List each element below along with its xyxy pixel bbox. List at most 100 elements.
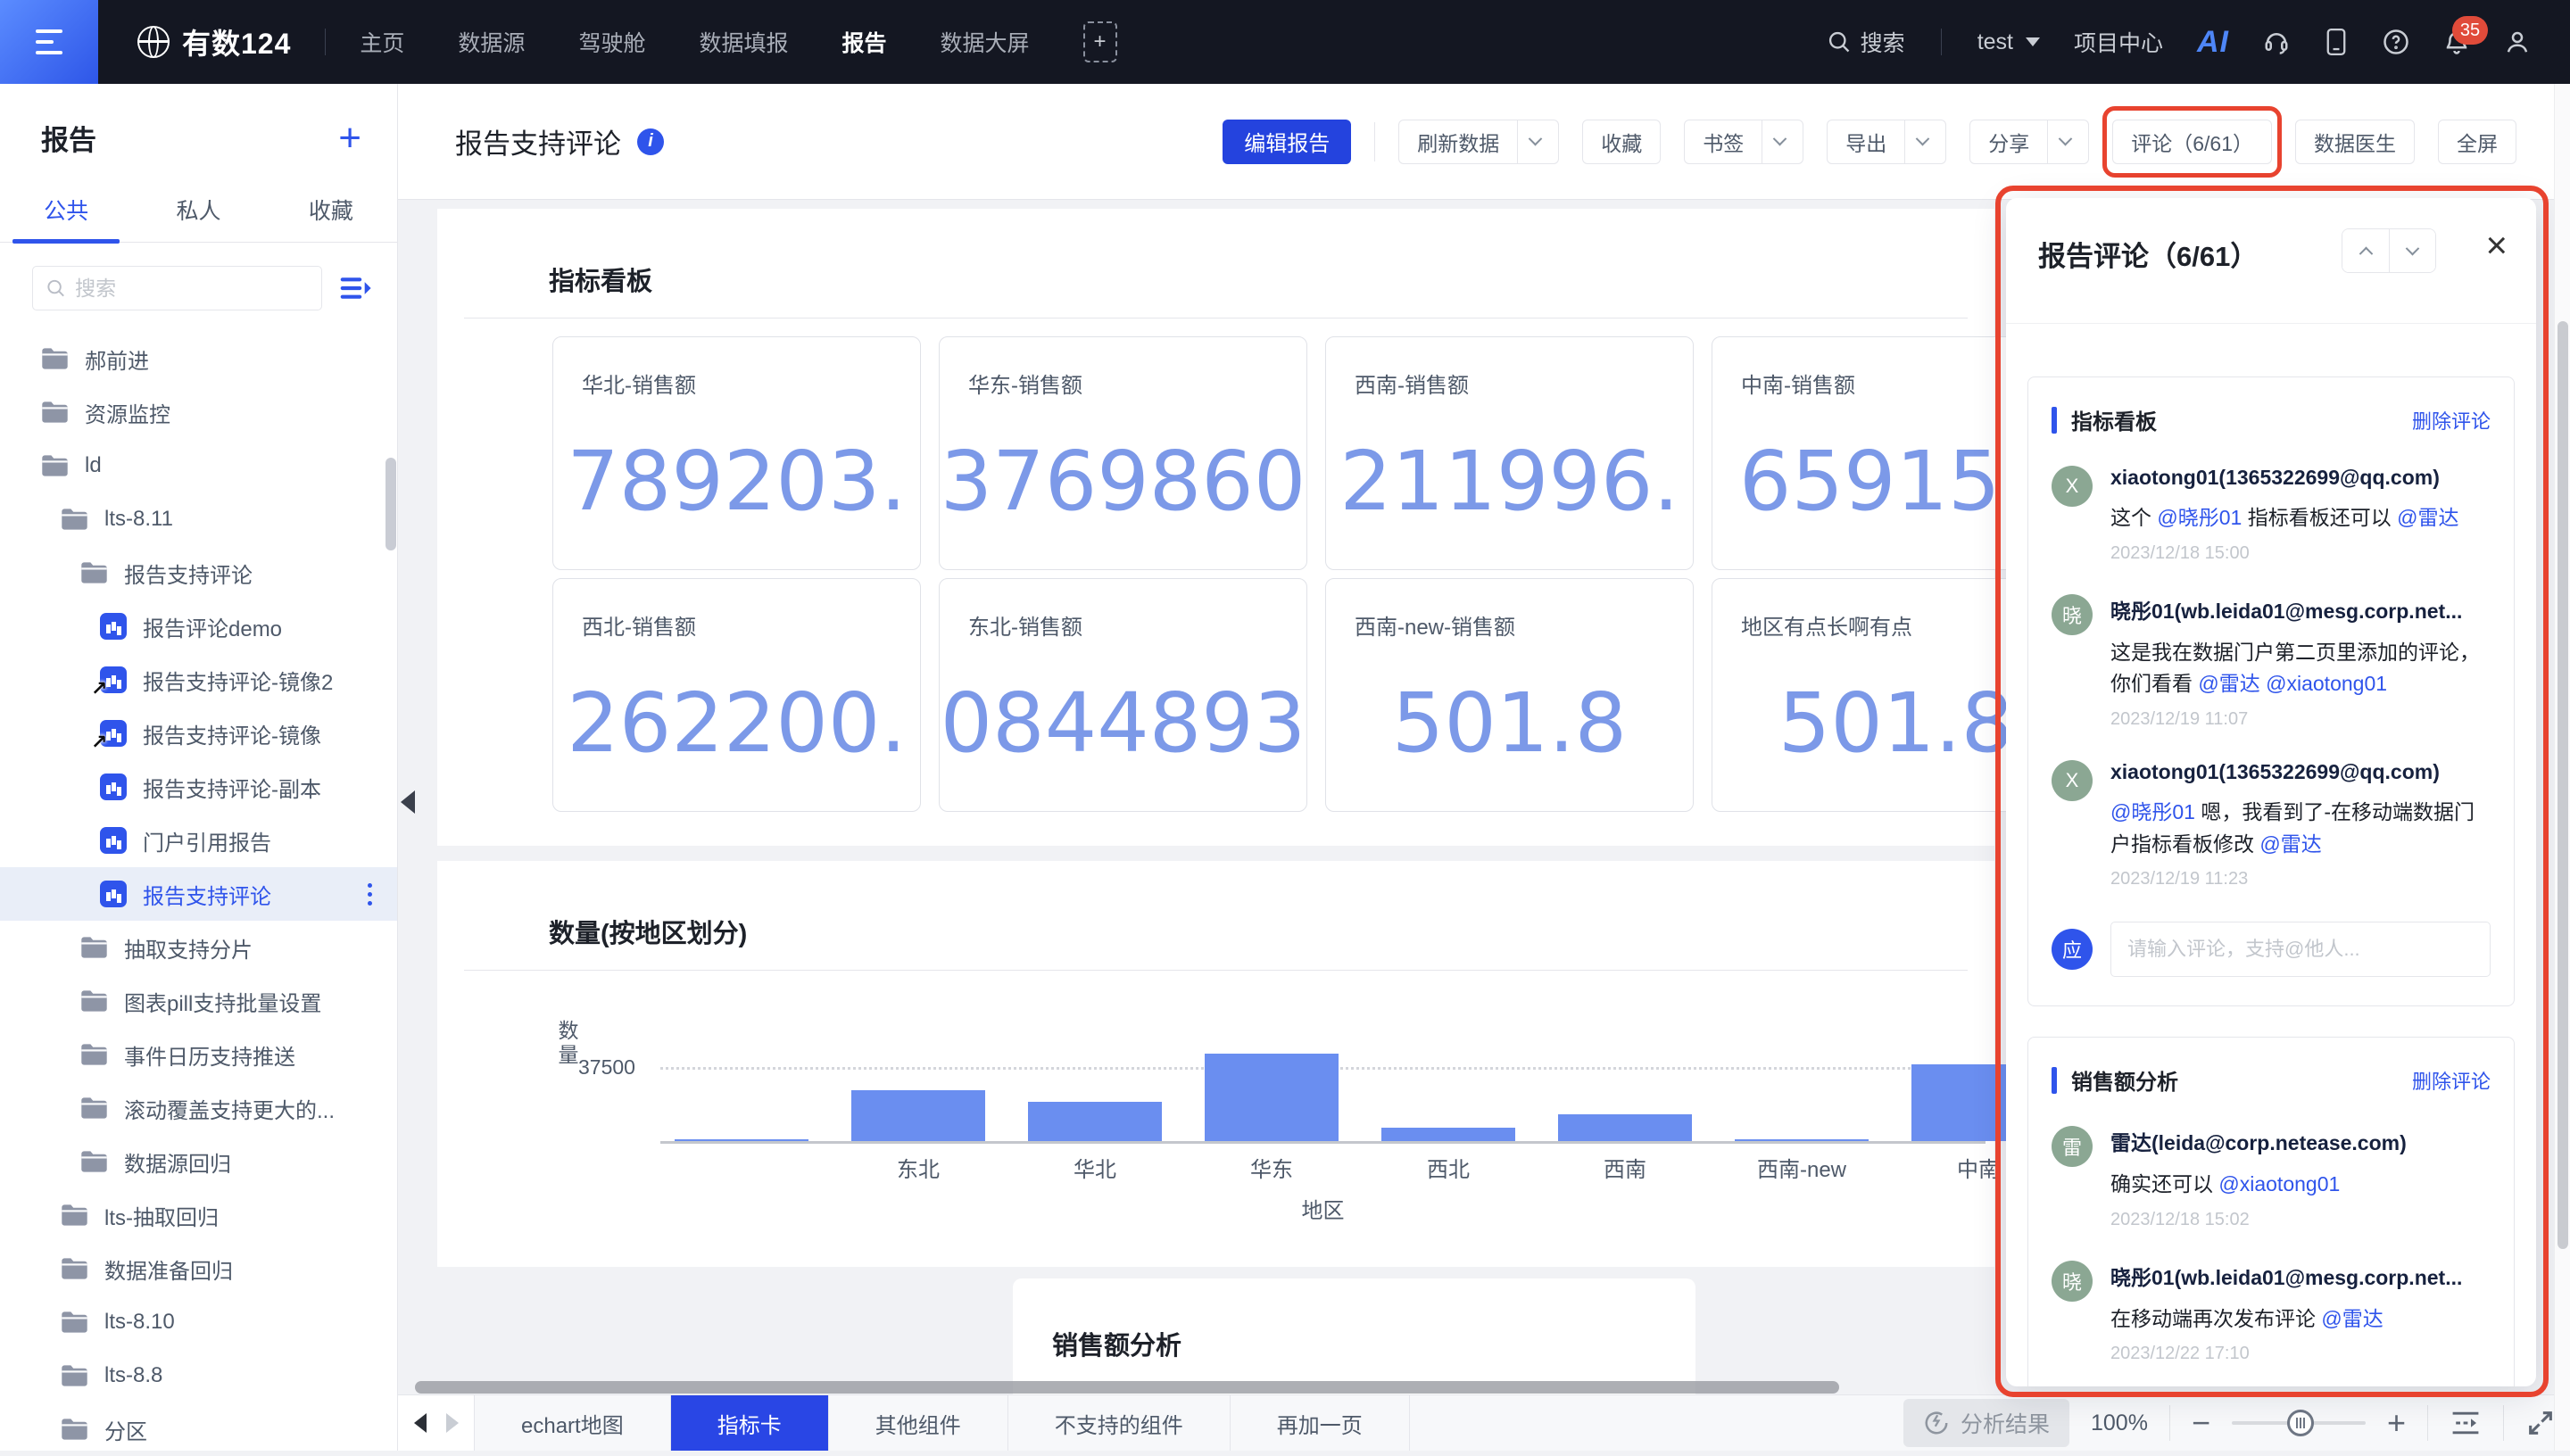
mention-link[interactable]: @晓彤01 — [2157, 506, 2242, 529]
tree-item-报告支持评论[interactable]: 报告支持评论 — [0, 867, 397, 921]
project-center-link[interactable]: 项目中心 — [2074, 26, 2163, 58]
page-tab-再加一页[interactable]: 再加一页 — [1231, 1395, 1410, 1451]
more-options-icon[interactable] — [368, 883, 372, 906]
search-input[interactable] — [75, 277, 309, 301]
mention-link[interactable]: @雷达 — [2321, 1307, 2383, 1330]
tree-item-报告支持评论-镜像2[interactable]: ↗报告支持评论-镜像2 — [0, 653, 397, 707]
bar-华北[interactable] — [1028, 1102, 1162, 1141]
toolbar-button-刷新数据[interactable]: 刷新数据 — [1398, 120, 1559, 164]
add-page-icon[interactable]: + — [1083, 21, 1117, 62]
nav-item-数据源[interactable]: 数据源 — [458, 26, 525, 58]
sidebar-tab-私人[interactable]: 私人 — [132, 181, 264, 242]
delete-comments-link[interactable]: 删除评论 — [2412, 1066, 2491, 1095]
close-icon[interactable]: × — [2485, 227, 2508, 264]
tree-item-数据源回归[interactable]: 数据源回归 — [0, 1135, 397, 1188]
mention-link[interactable]: @晓彤01 — [2110, 800, 2195, 823]
support-headset-icon[interactable] — [2263, 29, 2290, 55]
edit-report-button[interactable]: 编辑报告 — [1223, 120, 1351, 164]
window-scrollbar-thumb[interactable] — [2558, 321, 2568, 1249]
mention-link[interactable]: @xiaotong01 — [2218, 1172, 2340, 1195]
page-tab-指标卡[interactable]: 指标卡 — [671, 1395, 829, 1451]
tree-item-郝前进[interactable]: 郝前进 — [0, 332, 397, 385]
prev-comment-button[interactable] — [2342, 229, 2389, 272]
zoom-in-button[interactable]: + — [2387, 1407, 2406, 1439]
mention-link[interactable]: @雷达 — [2198, 672, 2259, 695]
nav-item-数据填报[interactable]: 数据填报 — [699, 26, 788, 58]
tree-item-分区[interactable]: 分区 — [0, 1402, 397, 1456]
toolbar-button-书签[interactable]: 书签 — [1684, 120, 1803, 164]
nav-item-驾驶舱[interactable]: 驾驶舱 — [578, 26, 645, 58]
kpi-card-西南-new-销售额[interactable]: 西南-new-销售额501.8 — [1325, 578, 1694, 812]
next-comment-button[interactable] — [2389, 229, 2435, 272]
kpi-card-西南-销售额[interactable]: 西南-销售额211996. — [1325, 336, 1694, 570]
page-tab-不支持的组件[interactable]: 不支持的组件 — [1008, 1395, 1231, 1451]
toolbar-button-评论（6/61）[interactable]: 评论（6/61） — [2112, 120, 2272, 164]
global-search-button[interactable]: 搜索 — [1827, 26, 1905, 58]
kpi-card-华东-销售额[interactable]: 华东-销售额3769860 — [939, 336, 1307, 570]
zoom-out-button[interactable]: − — [2192, 1407, 2210, 1439]
sidebar-tab-公共[interactable]: 公共 — [0, 181, 132, 242]
tree-item-资源监控[interactable]: 资源监控 — [0, 385, 397, 439]
next-page-icon[interactable] — [446, 1413, 459, 1433]
kpi-card-西北-销售额[interactable]: 西北-销售额262200. — [552, 578, 921, 812]
tree-item-滚动覆盖支持更大的...[interactable]: 滚动覆盖支持更大的... — [0, 1081, 397, 1135]
fullscreen-icon[interactable] — [2525, 1408, 2556, 1438]
info-icon[interactable]: i — [637, 128, 664, 155]
tree-item-ld[interactable]: ld — [0, 439, 397, 492]
toolbar-button-导出[interactable]: 导出 — [1827, 120, 1946, 164]
bar-华东[interactable] — [1205, 1054, 1339, 1141]
mention-link[interactable]: @雷达 — [2397, 506, 2458, 529]
collapse-tree-icon[interactable] — [340, 274, 372, 302]
tree-item-图表pill支持批量设置[interactable]: 图表pill支持批量设置 — [0, 974, 397, 1028]
user-switcher[interactable]: test — [1977, 29, 2040, 55]
mention-link[interactable]: @xiaotong01 — [2266, 672, 2387, 695]
bar-西南[interactable] — [1558, 1114, 1692, 1141]
user-avatar-icon[interactable] — [2504, 29, 2531, 55]
window-scrollbar[interactable] — [2554, 84, 2570, 1451]
bar-东北[interactable] — [851, 1090, 985, 1141]
kpi-card-华北-销售额[interactable]: 华北-销售额789203. — [552, 336, 921, 570]
tree-item-lts-抽取回归[interactable]: lts-抽取回归 — [0, 1188, 397, 1242]
tree-item-lts-8.10[interactable]: lts-8.10 — [0, 1295, 397, 1349]
fit-width-icon[interactable] — [2450, 1410, 2482, 1436]
mobile-app-icon[interactable] — [2324, 29, 2349, 55]
bar-西北[interactable] — [1381, 1128, 1515, 1141]
page-tab-echart地图[interactable]: echart地图 — [475, 1395, 671, 1451]
sidebar-search[interactable] — [32, 266, 322, 310]
prev-page-icon[interactable] — [414, 1413, 427, 1433]
notifications-bell-icon[interactable]: 35 — [2443, 29, 2470, 55]
nav-item-报告[interactable]: 报告 — [841, 26, 886, 58]
toolbar-button-分享[interactable]: 分享 — [1969, 120, 2089, 164]
sidebar-tab-收藏[interactable]: 收藏 — [265, 181, 397, 242]
kpi-card-东北-销售额[interactable]: 东北-销售额0844893 — [939, 578, 1307, 812]
horizontal-scrollbar[interactable] — [415, 1381, 1839, 1394]
toolbar-button-数据医生[interactable]: 数据医生 — [2295, 120, 2415, 164]
tree-item-报告评论demo[interactable]: 报告评论demo — [0, 600, 397, 653]
help-icon[interactable] — [2383, 29, 2409, 55]
toolbar-button-收藏[interactable]: 收藏 — [1582, 120, 1661, 164]
nav-item-主页[interactable]: 主页 — [360, 26, 404, 58]
tree-item-事件日历支持推送[interactable]: 事件日历支持推送 — [0, 1028, 397, 1081]
tree-item-抽取支持分片[interactable]: 抽取支持分片 — [0, 921, 397, 974]
zoom-slider[interactable] — [2232, 1421, 2366, 1425]
mention-link[interactable]: @雷达 — [2259, 832, 2321, 856]
analysis-result-button[interactable]: 分析结果 — [1903, 1399, 2069, 1447]
tree-item-报告支持评论-镜像[interactable]: ↗报告支持评论-镜像 — [0, 707, 397, 760]
sidebar-collapse-handle[interactable] — [401, 790, 415, 814]
page-tab-其他组件[interactable]: 其他组件 — [829, 1395, 1008, 1451]
toolbar-button-全屏[interactable]: 全屏 — [2438, 120, 2516, 164]
delete-comments-link[interactable]: 删除评论 — [2412, 406, 2491, 434]
tree-item-门户引用报告[interactable]: 门户引用报告 — [0, 814, 397, 867]
nav-item-数据大屏[interactable]: 数据大屏 — [940, 26, 1029, 58]
tree-item-lts-8.8[interactable]: lts-8.8 — [0, 1349, 397, 1402]
tree-item-lts-8.11[interactable]: lts-8.11 — [0, 492, 397, 546]
tree-item-数据准备回归[interactable]: 数据准备回归 — [0, 1242, 397, 1295]
sidebar-scrollbar[interactable] — [386, 458, 396, 550]
brand[interactable]: 有数124 — [137, 21, 291, 62]
add-report-button[interactable]: + — [338, 125, 361, 152]
tree-item-报告支持评论-副本[interactable]: 报告支持评论-副本 — [0, 760, 397, 814]
reply-input[interactable] — [2110, 922, 2491, 977]
zoom-slider-handle[interactable] — [2287, 1410, 2314, 1436]
hamburger-menu-icon[interactable] — [0, 0, 98, 84]
tree-item-报告支持评论[interactable]: 报告支持评论 — [0, 546, 397, 600]
